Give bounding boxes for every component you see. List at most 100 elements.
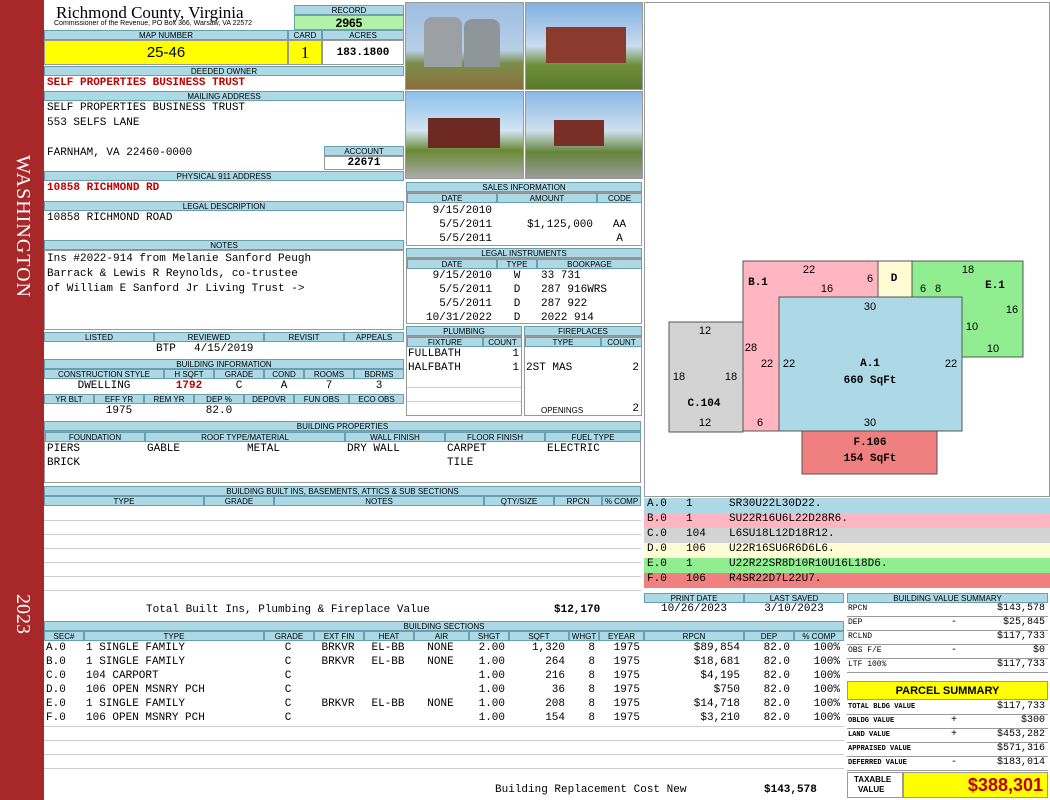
sec-h: HEAT — [364, 631, 414, 641]
builtins-label: BUILDING BUILT INS, BASEMENTS, ATTICS & … — [44, 486, 641, 496]
section-cell: C — [284, 670, 292, 682]
sales-date-label: DATE — [407, 193, 497, 203]
builtins-table: TYPE GRADE NOTES QTY/SIZE RPCN % COMP To… — [44, 496, 641, 616]
code-row: D.0 106 U22R16SU6R6D6L6. — [644, 543, 1050, 558]
plumbing-label: PLUMBING — [406, 326, 522, 336]
section-cell: 82.0 — [763, 698, 790, 710]
instr-date: 5/5/2011 — [439, 298, 492, 310]
code-vector: R4SR22D7L22U7. — [729, 573, 822, 585]
parcel-name: OBLDG VALUE — [848, 717, 895, 725]
fixture-label: FIXTURE — [407, 337, 483, 347]
effyr-label: EFF YR — [94, 394, 144, 404]
label-e1: E.1 — [985, 280, 1005, 292]
funobs-label: FUN OBS — [294, 394, 349, 404]
sec-h: % COMP — [794, 631, 844, 641]
section-cell: 2.00 — [478, 642, 505, 654]
notes-line-2: Barrack & Lewis R Reynolds, co-trustee — [47, 268, 298, 280]
taxable-label-2: VALUE — [858, 785, 885, 794]
section-row: F.0 106 OPEN MSNRY PCH C 1.00 154 8 1975 $3,210… — [44, 712, 844, 726]
appeals-label: APPEALS — [344, 332, 404, 342]
dim: 18 — [962, 264, 974, 276]
bvs-row: LTF 100% $117,733 — [847, 659, 1048, 673]
reviewed-date: 4/15/2019 — [194, 343, 254, 355]
section-cell: E.0 — [46, 698, 66, 710]
bvs-value: $0 — [1032, 645, 1045, 656]
depovr-label: DEPOVR — [244, 394, 294, 404]
fuel-label: FUEL TYPE — [545, 432, 641, 442]
mail-line-2: 553 SELFS LANE — [47, 117, 140, 129]
code-row: F.0 106 R4SR22D7L22U7. — [644, 573, 1050, 588]
bi-comp-label: % COMP — [602, 496, 641, 506]
instr-book: 287 922 — [541, 298, 588, 310]
floor-2: TILE — [447, 457, 474, 469]
code-sec: C.0 — [647, 528, 667, 540]
section-cell: 1975 — [613, 712, 640, 724]
bvs-value: $25,845 — [1002, 617, 1045, 628]
parcel-row: TOTAL BLDG VALUE $117,733 — [847, 701, 1048, 715]
bvs-value: $117,733 — [996, 659, 1045, 670]
code-type: 106 — [686, 543, 706, 555]
section-cell: $14,718 — [693, 698, 740, 710]
fireplaces-label: FIREPLACES — [524, 326, 642, 336]
map-number: 25-46 — [44, 40, 288, 65]
notes-line-1: Ins #2022-914 from Melanie Sanford Peugh — [47, 253, 312, 265]
section-cell: BRKVR — [321, 698, 355, 710]
card-label: CARD — [288, 30, 322, 40]
section-cell: $89,854 — [693, 642, 740, 654]
dim: 30 — [864, 417, 876, 429]
reviewed-by: BTP — [156, 343, 176, 355]
section-row: E.0 1 SINGLE FAMILY C BRKVR EL-BB NONE 1.00 208… — [44, 698, 844, 712]
sec-h: GRADE — [264, 631, 314, 641]
photo-silos — [405, 2, 524, 90]
section-cell: 1 SINGLE FAMILY — [86, 698, 186, 710]
sec-h: RPCN — [644, 631, 744, 641]
deeded-owner-label: DEEDED OWNER — [44, 66, 404, 76]
instr-type: D — [513, 298, 521, 310]
mail-line-1: SELF PROPERTIES BUSINESS TRUST — [47, 102, 246, 114]
dim: 18 — [725, 371, 737, 383]
code-row: E.0 1 U22R22SR8D10R10U16L18D6. — [644, 558, 1050, 573]
dim: 18 — [673, 371, 685, 383]
floor-1: CARPET — [447, 443, 487, 455]
openings-value: 2 — [632, 403, 639, 415]
bvs-name: OBS F/E — [848, 646, 882, 655]
sections-label: BUILDING SECTIONS — [44, 621, 844, 631]
notes-line-3: of William E Sanford Jr Living Trust -> — [47, 283, 305, 295]
sec-h: SEC# — [44, 631, 84, 641]
sale-date: 5/5/2011 — [439, 233, 492, 245]
wall-finish: DRY WALL — [347, 443, 400, 455]
bi-qty-label: QTY/SIZE — [484, 496, 554, 506]
sec-h: WHGT — [569, 631, 599, 641]
sale-amount: $1,125,000 — [526, 219, 593, 231]
roof-label: ROOF TYPE/MATERIAL — [145, 432, 345, 442]
dim: 28 — [745, 342, 757, 354]
account-label: ACCOUNT — [324, 146, 404, 156]
yrblt-label: YR BLT — [44, 394, 94, 404]
record-value: 2965 — [294, 15, 404, 30]
section-cell: B.0 — [46, 656, 66, 668]
parcel-name: DEFERRED VALUE — [848, 759, 907, 767]
cond-label: COND — [264, 369, 304, 379]
parcel-value: $117,733 — [996, 701, 1045, 712]
dep-label: DEP % — [194, 394, 244, 404]
dim: 22 — [761, 358, 773, 370]
section-row: C.0 104 CARPORT C 1.00 216 8 1975 $4,195 82.0 100… — [44, 670, 844, 684]
code-vector: U22R16SU6R6D6L6. — [729, 543, 835, 555]
section-cell: NONE — [427, 656, 454, 668]
legal-description: 10858 RICHMOND ROAD — [47, 212, 173, 224]
section-cell: 100% — [813, 642, 840, 654]
house-shape-1 — [546, 27, 626, 63]
parcel-summary-title: PARCEL SUMMARY — [847, 681, 1048, 700]
barn-shape — [554, 120, 604, 146]
section-cell: C — [284, 684, 292, 696]
sec-h: SHGT — [469, 631, 509, 641]
dim: 6 — [920, 283, 926, 295]
construction-style: DWELLING — [77, 380, 131, 392]
record-label: RECORD — [294, 5, 404, 15]
fire-type-label: TYPE — [525, 337, 601, 347]
parcel-row: LAND VALUE + $453,282 — [847, 729, 1048, 743]
section-cell: 8 — [588, 642, 595, 654]
brcn-value: $143,578 — [764, 784, 817, 796]
listed-label: LISTED — [44, 332, 154, 342]
section-cell: BRKVR — [321, 642, 355, 654]
